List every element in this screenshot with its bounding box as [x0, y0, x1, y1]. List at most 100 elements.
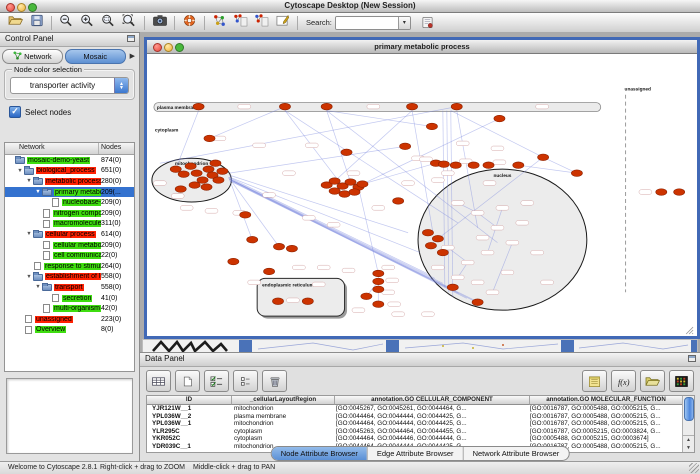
node-label-pill[interactable] [501, 270, 514, 275]
unhide-all-button[interactable] [251, 14, 272, 31]
node-label-pill[interactable] [451, 201, 464, 206]
gene-node[interactable] [204, 135, 215, 142]
table-row[interactable]: YPL036W__2plasma membrane[GO:0044464, GO… [147, 413, 694, 421]
gene-node[interactable] [357, 181, 368, 188]
node-label-pill[interactable] [491, 146, 504, 151]
search-input[interactable] [336, 17, 398, 29]
formula-builder-button[interactable]: f(x) [611, 370, 636, 392]
node-label-pill[interactable] [286, 298, 299, 303]
gene-node[interactable] [432, 235, 443, 242]
scrollbar-arrows[interactable]: ▲▼ [683, 435, 694, 452]
gene-node[interactable] [483, 162, 494, 169]
node-label-pill[interactable] [481, 250, 494, 255]
node-label-pill[interactable] [506, 240, 519, 245]
tree-row[interactable]: unassigned223(0) [5, 314, 134, 325]
expand-arrow-icon[interactable]: ▼ [16, 168, 24, 174]
zoom-selected-region-button[interactable] [98, 14, 119, 31]
tree-row[interactable]: response to stimul264(0) [5, 261, 134, 272]
node-label-pill[interactable] [486, 290, 499, 295]
node-label-pill[interactable] [491, 225, 504, 230]
node-label-pill[interactable] [471, 280, 484, 285]
gene-node[interactable] [329, 188, 340, 195]
gene-node[interactable] [228, 258, 239, 265]
attribute-browser-button[interactable] [417, 14, 438, 31]
table-scrollbar[interactable]: ▲▼ [682, 396, 694, 452]
tree-row[interactable]: cellular metabol209(0) [5, 240, 134, 251]
node-label-pill[interactable] [282, 171, 295, 176]
gene-node[interactable] [210, 160, 221, 167]
gene-node[interactable] [197, 177, 208, 184]
gene-node[interactable] [472, 299, 483, 306]
gene-node[interactable] [345, 179, 356, 186]
node-label-pill[interactable] [317, 265, 330, 270]
gene-node[interactable] [494, 115, 505, 122]
snapshot-button[interactable] [149, 14, 170, 31]
node-label-pill[interactable] [476, 235, 489, 240]
node-label-pill[interactable] [441, 171, 454, 176]
gene-node[interactable] [571, 170, 582, 177]
gene-node[interactable] [422, 229, 433, 236]
node-label-pill[interactable] [352, 308, 365, 313]
tree-row[interactable]: mosaic-demo-yeast874(0) [5, 155, 134, 166]
gene-node[interactable] [329, 178, 340, 185]
gene-node[interactable] [361, 293, 372, 300]
search-combobox[interactable]: ▾ [335, 16, 411, 30]
tree-row[interactable]: ▼primary metabo209(... [5, 187, 134, 198]
gene-node[interactable] [189, 182, 200, 189]
notes-button[interactable] [582, 370, 607, 392]
select-nodes-checkbox[interactable]: ✓ [9, 106, 21, 118]
gene-node[interactable] [193, 103, 204, 110]
zoom-in-button[interactable] [77, 14, 98, 31]
tree-row[interactable]: ▼cellular process614(0) [5, 229, 134, 240]
node-label-pill[interactable] [471, 211, 484, 216]
birdseye-view-panel[interactable] [6, 378, 133, 454]
gene-node[interactable] [437, 249, 448, 256]
gene-node[interactable] [302, 298, 313, 305]
node-label-pill[interactable] [431, 178, 444, 183]
network-canvas[interactable]: plasma membranecytoplasmmitochondrionnuc… [147, 54, 697, 336]
node-label-pill[interactable] [456, 141, 469, 146]
node-label-pill[interactable] [483, 181, 496, 186]
node-label-pill[interactable] [541, 280, 554, 285]
expand-arrow-icon[interactable]: ▼ [25, 178, 33, 184]
gene-node[interactable] [450, 162, 461, 169]
float-panel-icon[interactable] [688, 355, 696, 362]
gene-node[interactable] [468, 162, 479, 169]
gene-node[interactable] [321, 103, 332, 110]
annotation-button[interactable] [272, 14, 293, 31]
select-attributes-button[interactable] [204, 370, 229, 392]
gene-node[interactable] [425, 242, 436, 249]
column-header[interactable]: annotation.GO CELLULAR_COMPONENT [335, 396, 530, 405]
gene-node[interactable] [217, 168, 228, 175]
search-dropdown-icon[interactable]: ▾ [398, 17, 410, 29]
gene-node[interactable] [447, 284, 458, 291]
node-label-pill[interactable] [153, 181, 166, 186]
gene-node[interactable] [349, 189, 360, 196]
node-label-pill[interactable] [516, 221, 529, 226]
vizmapper-button[interactable] [209, 14, 230, 31]
gene-node[interactable] [185, 163, 196, 170]
gene-node[interactable] [373, 270, 384, 277]
gene-node[interactable] [170, 166, 181, 173]
tree-row[interactable]: nitrogen compo209(0) [5, 208, 134, 219]
gene-node[interactable] [674, 189, 685, 196]
zoom-out-button[interactable] [56, 14, 77, 31]
node-label-pill[interactable] [253, 143, 266, 148]
window-resize-grip[interactable] [689, 463, 699, 473]
zoom-fit-button[interactable] [119, 14, 140, 31]
node-label-pill[interactable] [531, 250, 544, 255]
tree-row[interactable]: multi-organism pro42(0) [5, 303, 134, 314]
column-header[interactable]: _cellularLayoutRegion [232, 396, 335, 405]
tree-row[interactable]: Overview8(0) [5, 325, 134, 336]
network-window-titlebar[interactable]: primary metabolic process [147, 40, 697, 54]
stepper-icon[interactable]: ▲▼ [114, 78, 128, 93]
node-label-pill[interactable] [420, 157, 433, 162]
gene-node[interactable] [213, 177, 224, 184]
table-row[interactable]: YJR121W__1mitochondrion[GO:0045267, GO:0… [147, 405, 694, 413]
delete-attribute-button[interactable] [262, 370, 287, 392]
node-label-pill[interactable] [496, 206, 509, 211]
tree-row[interactable]: ▼biological_process651(0) [5, 166, 134, 177]
node-label-pill[interactable] [312, 282, 325, 287]
open-file-button[interactable] [5, 14, 26, 31]
gene-node[interactable] [272, 298, 283, 305]
